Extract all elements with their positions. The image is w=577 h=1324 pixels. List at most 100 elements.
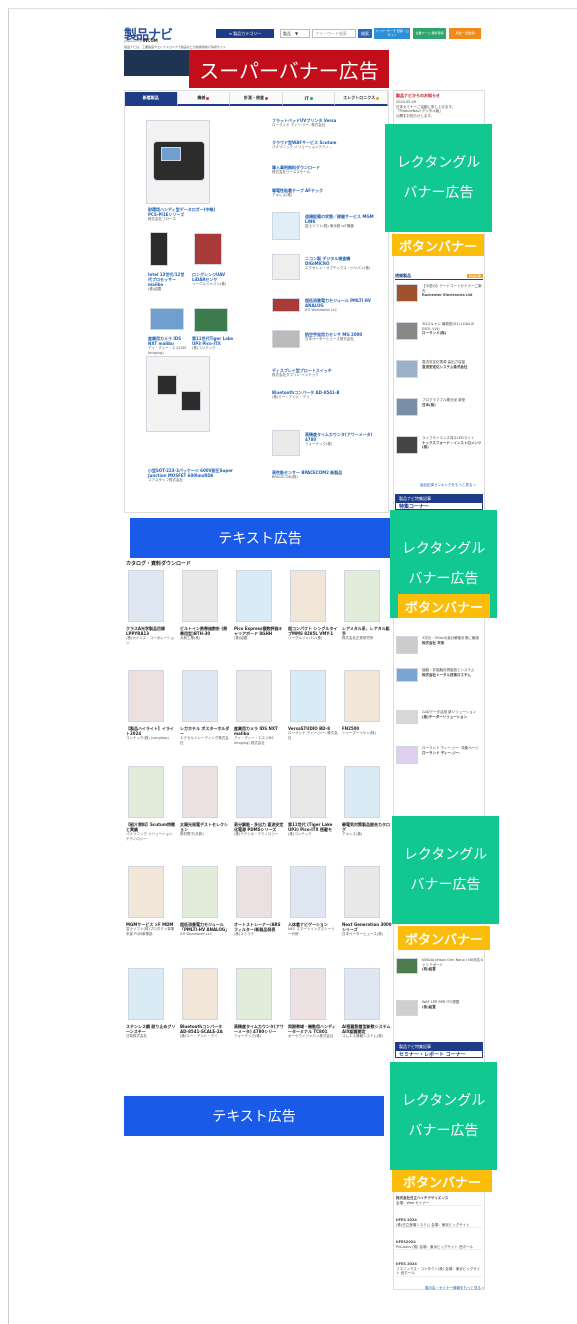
- product-list-item[interactable]: 航空宇宙用カセンサ MG 2000 日本ペーターヒュース株式会社: [305, 332, 375, 342]
- event-item[interactable]: IIFES2024 Pro-Aacs (株) 会場：東京ビッグサイト 西ホール: [396, 1240, 482, 1250]
- ranking-thumb[interactable]: [396, 360, 418, 378]
- catalog-thumbnail[interactable]: [344, 766, 380, 818]
- tab-it[interactable]: IT: [282, 92, 336, 106]
- catalog-thumbnail[interactable]: [344, 866, 380, 918]
- ranking-thumb[interactable]: [396, 284, 418, 302]
- catalog-item[interactable]: ステンレス鋼 耐り止めグリーンスチー 日新株式会社: [126, 1024, 176, 1039]
- ranking-item[interactable]: ライフサイエンス向けLEDライト ナックスフォード・インストロメンツ(株): [422, 436, 484, 450]
- catalog-thumbnail[interactable]: [344, 670, 380, 722]
- rectangle-banner-ad-4[interactable]: レクタングル バナー広告: [390, 1062, 497, 1170]
- register-button[interactable]: 企業ページ 無料登録: [413, 28, 446, 39]
- product-list-item[interactable]: ニコン製 デジタル検査機 DIGIMICRO エクセレン・オプティクス・ジャパン(…: [305, 256, 375, 271]
- product-image-logger[interactable]: [146, 120, 210, 204]
- tab-measure[interactable]: 計測・検査: [230, 92, 283, 106]
- catalog-item[interactable]: 産業用カメラ IDS NXT malibu アイ・ディー・エス (IDS Imag…: [234, 726, 284, 745]
- catalog-thumbnail[interactable]: [182, 570, 218, 622]
- catalog-item[interactable]: 【紹介資料】Scutum特徴と実績 パナソニック ソリューションテクノロジー: [126, 822, 176, 841]
- catalog-thumbnail[interactable]: [236, 766, 272, 818]
- catalog-thumbnail[interactable]: [182, 766, 218, 818]
- catalog-item[interactable]: 超低消費電力モジュール「PMLTI-HV ANALOG」 ATI Worldwid…: [180, 922, 230, 937]
- ranking-more-link[interactable]: 製品記事ランキングをもっと見る »: [420, 483, 476, 488]
- catalog-thumbnail[interactable]: [182, 968, 218, 1020]
- events-more-link[interactable]: 展示会・セミナー情報をもっと見る »: [425, 1286, 484, 1291]
- tab-electronics[interactable]: エレクトロニクス: [335, 92, 388, 106]
- product-image-ipc[interactable]: [150, 232, 168, 266]
- catalog-item[interactable]: レガホテル ボスターホルダー エクセルトレーディング株式会社: [180, 726, 230, 745]
- sidebar-item[interactable]: WAF LPR RPR ITO搭載 (株)紹置: [422, 1000, 484, 1009]
- featured-item-0[interactable]: 耐環境ハンディ型データロガー(中略) PCS-PI1Eシリーズ 株式会社フローネ: [148, 207, 218, 222]
- ranking-thumb[interactable]: [396, 398, 418, 416]
- featured-item-3[interactable]: 産業用カメラ IDS NXT malibu アイ・ディー・エス(IDS Imagi…: [148, 336, 188, 355]
- ranking-item[interactable]: プログラマブル素分泌 新型 日本(株): [422, 398, 484, 407]
- catalog-thumbnail[interactable]: [344, 968, 380, 1020]
- tab-new[interactable]: 新着製品: [125, 92, 178, 106]
- product-category-button[interactable]: ≡ 製品カテゴリー: [216, 29, 274, 38]
- sidebar-item[interactable]: NVIDIA Jetson Orin Nano / NX対応キャリアボード (株)…: [422, 958, 484, 972]
- ranking-item[interactable]: 3Dスキャン 最新型(X1) LGA5-B ESOL V(4) ローランド(株): [422, 322, 484, 336]
- seminar-corner-box[interactable]: 製品ナビ特集記事 セミナー・レポート コーナー: [395, 1042, 483, 1058]
- product-list-item[interactable]: 導電性粘着テープ AFテック アキレス(株): [272, 188, 372, 198]
- tab-machine[interactable]: 機械: [177, 92, 231, 106]
- catalog-item[interactable]: オートストレーナー/ARSフィルター/新製品発表 (株)ストラテ: [234, 922, 284, 937]
- catalog-thumbnail[interactable]: [182, 670, 218, 722]
- button-banner-ad-2[interactable]: ボタンバナー: [398, 594, 490, 618]
- catalog-item[interactable]: Pico Express複数評価キャリアボード 8GHH (株)紹置: [234, 626, 284, 641]
- product-thumb-counter[interactable]: [272, 430, 300, 456]
- catalog-item[interactable]: レアメタル系、レアタル鉱手 株式会社正鉄研究所: [342, 626, 392, 641]
- button-banner-ad-4[interactable]: ボタンバナー: [392, 1170, 492, 1192]
- catalog-thumbnail[interactable]: [290, 766, 326, 818]
- product-list-item[interactable]: 遠隔設備の状態／稼働サービス MGM LINK 富士ソフト(株) 東京都 IoT機…: [305, 214, 375, 229]
- search-button[interactable]: 検索: [358, 29, 372, 38]
- search-input[interactable]: フリーワード検索: [312, 29, 356, 38]
- product-list-item[interactable]: Bluetoothコンバータ AD-8541-B (株)エー・アンド・デイ: [272, 390, 372, 400]
- ranking-thumb[interactable]: [396, 322, 418, 340]
- ranking-item[interactable]: 【今週の】テードコートセミナーご案内 Rochester Electronics …: [422, 284, 484, 298]
- catalog-thumbnail[interactable]: [236, 968, 272, 1020]
- catalog-thumbnail[interactable]: [128, 570, 164, 622]
- catalog-item[interactable]: ビルトイン熱帯価数計 (熱帯用型)BTH-30 大和工業(株): [180, 626, 230, 641]
- product-thumb-sensor[interactable]: [272, 330, 300, 348]
- catalog-thumbnail[interactable]: [290, 866, 326, 918]
- catalog-item[interactable]: MGMサービス ×F MDM 富士ソフト(株)プロダクト事業本部 PQM事業部: [126, 922, 176, 936]
- sidebar-item[interactable]: ローランド ディー.ジー. 特集ページ ローランド ディー.ジー.: [422, 746, 484, 755]
- catalog-item[interactable]: 第11世代 (Tiger Lake UP3) Pico-ITX 搭載モ (株)コン…: [288, 822, 338, 837]
- catalog-thumbnail[interactable]: [236, 570, 272, 622]
- catalog-thumbnail[interactable]: [128, 670, 164, 722]
- product-list-item[interactable]: フラットベッドUVプリンタ Versa ローランド ディー.ジー. 株式会社: [272, 118, 372, 128]
- low-thumb[interactable]: [396, 1000, 418, 1016]
- catalog-thumbnail[interactable]: [236, 866, 272, 918]
- catalog-thumbnail[interactable]: [182, 866, 218, 918]
- mid-thumb[interactable]: [396, 636, 418, 654]
- product-thumb-microscope[interactable]: [272, 254, 300, 280]
- catalog-thumbnail[interactable]: [128, 968, 164, 1020]
- catalog-thumbnail[interactable]: [290, 968, 326, 1020]
- low-thumb[interactable]: [396, 958, 418, 974]
- catalog-thumbnail[interactable]: [290, 570, 326, 622]
- mid-thumb[interactable]: [396, 746, 418, 764]
- product-image-board[interactable]: [194, 308, 228, 332]
- catalog-thumbnail[interactable]: [128, 866, 164, 918]
- catalog-item[interactable]: 高分解能・多出力 直流安定化電源 PDMSシリーズ (株)テクシオ・テクノロジー: [234, 822, 284, 837]
- featured-item-4[interactable]: 第11世代Tiger Lake UP3 Pico-ITX (株)コンテック: [192, 336, 234, 351]
- text-ad-1[interactable]: テキスト広告: [130, 518, 390, 558]
- featured-item-5[interactable]: 小型SOT-223-3パッケージ 600V耐圧Super Junction MO…: [148, 468, 238, 483]
- catalog-item[interactable]: VersaSTUDIO BD-8 ローランド ディー.ジー. 株式会社: [288, 726, 338, 740]
- rectangle-banner-ad-1[interactable]: レクタングル バナー広告: [385, 124, 492, 232]
- product-list-item[interactable]: 高精度タイムカウンタ(アワーメータ) 4780 フォーテック(株): [305, 432, 375, 447]
- ranking-item[interactable]: 直流安定化電源 高出力容量 直流安定化システム株式会社: [422, 360, 484, 369]
- product-thumb-mgm[interactable]: [272, 212, 300, 240]
- product-image-camera[interactable]: [150, 308, 184, 330]
- catalog-thumbnail[interactable]: [236, 670, 272, 722]
- catalog-item[interactable]: 人体着ナビゲーション NEC スマートイングストーリー代研: [288, 922, 338, 936]
- quote-button[interactable]: 見積 一括依頼: [449, 28, 481, 39]
- product-list-item[interactable]: ディスプレイ型プロートスイッチ 株式会社ダブリン インテック: [272, 368, 372, 378]
- product-list-item[interactable]: 超低消費電力モジュール PMLTI HV ANALOG ATI Worldwide…: [305, 298, 375, 313]
- catalog-item[interactable]: クラスA光学製品目録 LPPYRA13 (株)ケイエス・コーポレーション: [126, 626, 176, 645]
- catalog-item[interactable]: 【製品ハイライト】イライト2024 コンテック(株) (conglass): [126, 726, 176, 741]
- product-list-item[interactable]: 高性能センサー BPACECOM2 新製品 BPACECOM(株): [272, 470, 372, 480]
- product-list-item[interactable]: 導入事例無料ダウンロード 株式会社ワーススケール: [272, 165, 372, 175]
- catalog-item[interactable]: 静電気対策製品総合カタログ アキレス(株): [342, 822, 392, 837]
- button-banner-ad-3[interactable]: ボタンバナー: [398, 926, 490, 950]
- feature-corner-box[interactable]: 製品ナビ特集記事 特集コーナー: [395, 494, 483, 510]
- catalog-item[interactable]: 高精度タイムカウンタ(アワーメータ) 4780シリー フォーテック(株): [234, 1024, 284, 1039]
